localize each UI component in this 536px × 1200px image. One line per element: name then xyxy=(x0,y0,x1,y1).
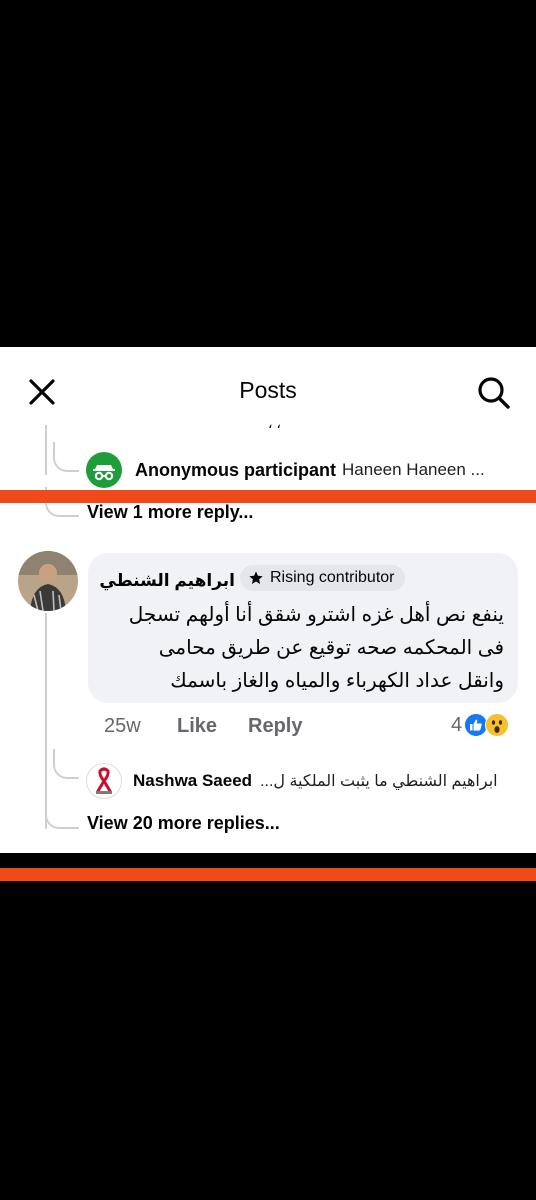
badge-label: Rising contributor xyxy=(270,569,395,586)
page-title: Posts xyxy=(239,377,297,403)
reply-avatar xyxy=(86,763,122,799)
reply-preview[interactable]: Nashwa Saeed ابراهيم الشنطي ما يثبت المل… xyxy=(86,763,498,799)
thread-line xyxy=(45,425,47,475)
wow-reaction-icon xyxy=(485,713,510,737)
truncated-text: ، ، xyxy=(268,415,281,431)
reply-button[interactable]: Reply xyxy=(248,715,302,738)
star-icon xyxy=(249,571,263,584)
comment-line: ينفع نص أهل غزه اشترو شقق أنا أولهم تسجل xyxy=(128,604,504,626)
thread-elbow xyxy=(53,442,79,472)
avatar[interactable] xyxy=(18,551,78,611)
comment-line: وانقل عداد الكهرباء والمياه والغاز باسمك xyxy=(170,670,504,692)
reply-text: ابراهيم الشنطي ما يثبت الملكية ل... xyxy=(260,773,498,790)
view-more-replies-link[interactable]: View 20 more replies... xyxy=(87,813,280,834)
comment-bubble[interactable]: ابراهيم الشنطي Rising contributor ينفع ن… xyxy=(88,553,518,703)
contributor-badge: Rising contributor xyxy=(240,565,405,591)
reply-author[interactable]: Nashwa Saeed xyxy=(133,771,252,791)
thread-elbow xyxy=(53,749,79,779)
comment-timestamp: 25w xyxy=(104,715,141,737)
anonymous-avatar-icon xyxy=(86,452,122,488)
posts-panel: Posts ، ، Anonymous participant Haneen H… xyxy=(0,347,536,853)
comment-text: ينفع نص أهل غزه اشترو شقق أنا أولهم تسجل… xyxy=(94,599,504,698)
view-more-replies-link[interactable]: View 1 more reply... xyxy=(87,502,253,523)
reaction-count: 4 xyxy=(451,713,463,736)
reply-author[interactable]: Anonymous participant xyxy=(135,460,336,481)
thread-line xyxy=(45,613,47,829)
reply-preview[interactable]: Anonymous participant Haneen Haneen ... xyxy=(86,452,485,488)
overlay-bar xyxy=(0,868,536,881)
overlay-bar xyxy=(0,490,536,503)
reaction-summary[interactable]: 4 xyxy=(451,713,510,737)
comment-author[interactable]: ابراهيم الشنطي xyxy=(99,571,235,591)
comment-line: فى المحكمه صحه توقيع عن طريق محامى xyxy=(158,637,504,659)
reply-text: Haneen Haneen ... xyxy=(342,460,485,479)
thread-elbow xyxy=(45,799,79,829)
like-button[interactable]: Like xyxy=(177,715,217,738)
search-icon[interactable] xyxy=(476,375,512,411)
